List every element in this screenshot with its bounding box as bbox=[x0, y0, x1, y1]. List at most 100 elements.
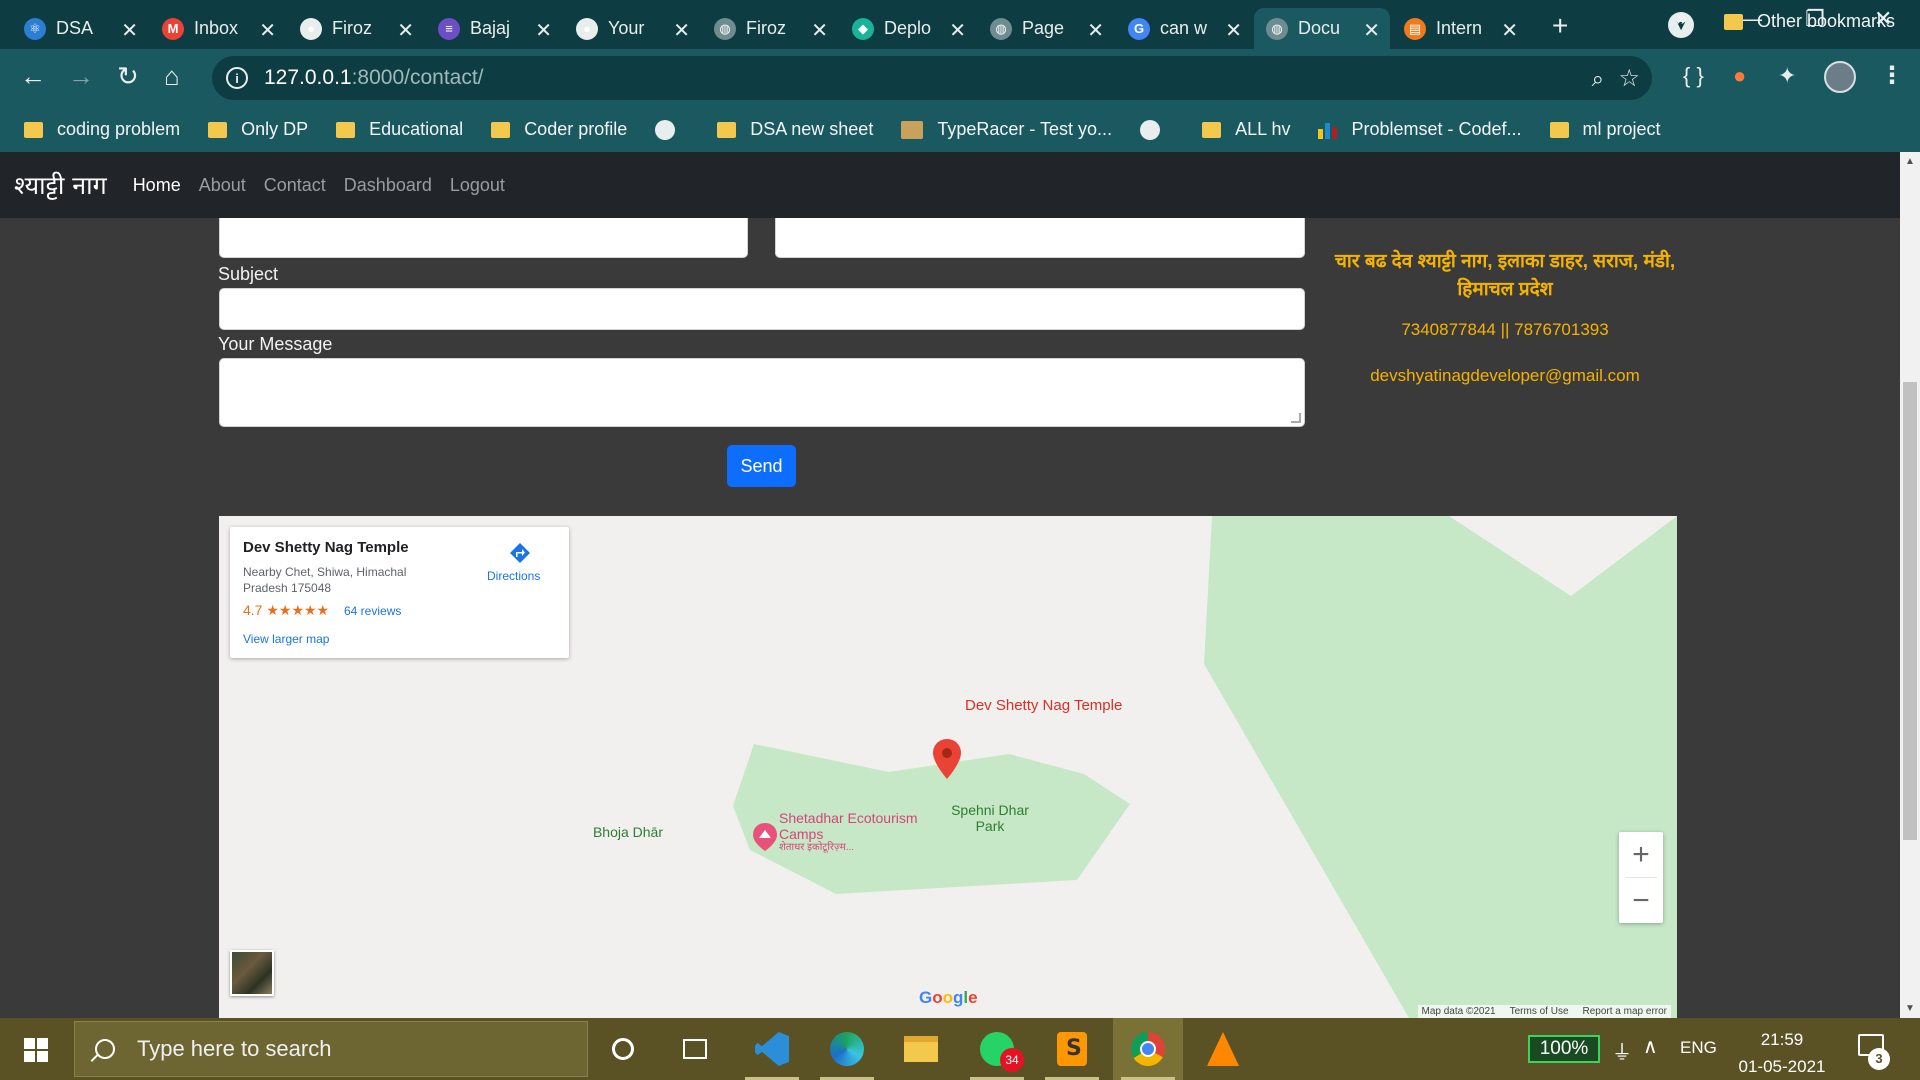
browser-tab[interactable]: ⚛ DSA ✕ bbox=[12, 8, 148, 49]
tab-close-icon[interactable]: ✕ bbox=[1363, 18, 1380, 43]
bookmark-item[interactable]: DSA new sheet bbox=[713, 119, 873, 140]
forward-icon[interactable]: → bbox=[68, 61, 94, 92]
taskbar-chrome[interactable] bbox=[1113, 1018, 1183, 1080]
taskbar-vlc[interactable] bbox=[1188, 1018, 1258, 1080]
bookmark-item[interactable]: Coder profile bbox=[487, 119, 627, 140]
tab-close-icon[interactable]: ✕ bbox=[121, 18, 138, 43]
bookmark-item[interactable]: Only DP bbox=[204, 119, 308, 140]
tab-close-icon[interactable]: ✕ bbox=[1225, 18, 1242, 43]
browser-tab[interactable]: ◍ Firoz ✕ bbox=[702, 8, 838, 49]
tab-close-icon[interactable]: ✕ bbox=[259, 18, 276, 43]
park-label[interactable]: Spehni Dhar Park bbox=[935, 802, 1045, 834]
taskbar-file-explorer[interactable] bbox=[886, 1018, 956, 1080]
task-view-button[interactable] bbox=[660, 1018, 730, 1080]
tab-close-icon[interactable]: ✕ bbox=[1501, 18, 1518, 43]
start-button[interactable] bbox=[24, 1038, 48, 1062]
bookmark-item[interactable]: coding problem bbox=[20, 119, 180, 140]
report-error-link[interactable]: Report a map error bbox=[1583, 1006, 1667, 1017]
browser-tab[interactable]: ≡ Bajaj ✕ bbox=[426, 8, 562, 49]
nav-about[interactable]: About bbox=[199, 175, 246, 196]
browser-tab[interactable]: Gcan w ✕ bbox=[1116, 8, 1252, 49]
email-field[interactable] bbox=[775, 218, 1305, 258]
bookmark-label: DSA new sheet bbox=[750, 119, 874, 139]
page-viewport: श्याट्टी नाग Home About Contact Dashboar… bbox=[0, 152, 1900, 1018]
bookmark-item[interactable]: Educational bbox=[332, 119, 463, 140]
directions-icon[interactable] bbox=[508, 541, 532, 565]
resize-grip-icon[interactable] bbox=[1291, 413, 1301, 423]
tab-close-icon[interactable]: ✕ bbox=[535, 18, 552, 43]
bookmark-star-icon[interactable]: ☆ bbox=[1618, 64, 1640, 93]
scroll-down-icon[interactable]: ▼ bbox=[1905, 1003, 1915, 1014]
battery-indicator[interactable]: 100% bbox=[1528, 1035, 1600, 1063]
reload-icon[interactable]: ↻ bbox=[117, 61, 139, 92]
bookmark-item[interactable] bbox=[1136, 119, 1174, 140]
pin-label[interactable]: Dev Shetty Nag Temple bbox=[965, 697, 1122, 714]
browser-tab[interactable]: ◍ Docu ✕ bbox=[1254, 8, 1390, 49]
camp-pin-icon[interactable] bbox=[752, 822, 778, 852]
browser-tab[interactable]: ▤ Intern ✕ bbox=[1392, 8, 1528, 49]
tray-overflow-icon[interactable]: ∧ bbox=[1643, 1034, 1658, 1059]
browser-tab[interactable]: ● Firoz ✕ bbox=[288, 8, 424, 49]
camp-label[interactable]: Shetadhar Ecotourism Camps bbox=[779, 810, 919, 842]
taskbar-search[interactable]: Type here to search bbox=[74, 1021, 588, 1077]
tab-close-icon[interactable]: ✕ bbox=[949, 18, 966, 43]
nav-contact[interactable]: Contact bbox=[264, 175, 326, 196]
extension-icon[interactable]: ● bbox=[1733, 63, 1746, 89]
home-icon[interactable]: ⌂ bbox=[164, 61, 180, 92]
satellite-layer-toggle[interactable] bbox=[230, 950, 274, 996]
nav-home[interactable]: Home bbox=[133, 175, 181, 196]
name-field[interactable] bbox=[219, 218, 748, 258]
view-larger-map-link[interactable]: View larger map bbox=[243, 632, 329, 646]
tab-close-icon[interactable]: ✕ bbox=[811, 18, 828, 43]
send-button[interactable]: Send bbox=[727, 445, 796, 487]
zoom-out-button[interactable]: − bbox=[1619, 878, 1663, 923]
zoom-in-button[interactable]: + bbox=[1619, 832, 1663, 877]
menu-icon[interactable]: ⋮ bbox=[1880, 61, 1904, 90]
bookmark-item[interactable] bbox=[651, 119, 689, 140]
map-pin-icon[interactable] bbox=[932, 738, 962, 780]
subject-input[interactable] bbox=[219, 288, 1305, 330]
site-info-icon[interactable]: i bbox=[226, 67, 248, 89]
scroll-thumb[interactable] bbox=[1903, 382, 1917, 840]
typeracer-icon bbox=[901, 120, 924, 139]
taskbar-sublime[interactable] bbox=[1037, 1018, 1107, 1080]
taskbar-whatsapp[interactable]: 34 bbox=[962, 1018, 1032, 1080]
bookmark-item[interactable]: ml project bbox=[1546, 119, 1661, 140]
tab-close-icon[interactable]: ✕ bbox=[397, 18, 414, 43]
sublime-icon bbox=[1057, 1032, 1087, 1066]
browser-tab[interactable]: M Inbox ✕ bbox=[150, 8, 286, 49]
url-text[interactable]: 127.0.0.1:8000/contact/ bbox=[264, 66, 484, 90]
bookmark-item[interactable]: TypeRacer - Test yo... bbox=[897, 119, 1112, 140]
language-indicator[interactable]: ENG bbox=[1680, 1038, 1717, 1058]
other-bookmarks[interactable]: Other bookmarks bbox=[1724, 11, 1895, 32]
clock[interactable]: 21:59 01-05-2021 bbox=[1734, 1026, 1830, 1080]
cortana-button[interactable] bbox=[588, 1018, 658, 1080]
site-brand[interactable]: श्याट्टी नाग bbox=[14, 168, 107, 202]
nav-dashboard[interactable]: Dashboard bbox=[344, 175, 432, 196]
profile-avatar[interactable] bbox=[1824, 61, 1856, 93]
browser-tab[interactable]: ● Your ✕ bbox=[564, 8, 700, 49]
bookmark-item[interactable]: ALL hv bbox=[1198, 119, 1290, 140]
zoom-icon[interactable]: ⌕ bbox=[1592, 66, 1604, 92]
bookmarks-overflow-icon[interactable]: » bbox=[1676, 8, 1687, 31]
embedded-map[interactable]: Dev Shetty Nag Temple Nearby Chet, Shiwa… bbox=[219, 516, 1677, 1018]
scroll-up-icon[interactable]: ▲ bbox=[1905, 156, 1915, 167]
page-scrollbar[interactable]: ▲ ▼ bbox=[1900, 152, 1920, 1018]
tab-close-icon[interactable]: ✕ bbox=[673, 18, 690, 43]
address-bar[interactable]: i 127.0.0.1:8000/contact/ ⌕ ☆ bbox=[212, 56, 1652, 100]
browser-tab[interactable]: ◍ Page ✕ bbox=[978, 8, 1114, 49]
back-icon[interactable]: ← bbox=[20, 61, 46, 92]
directions-link[interactable]: Directions bbox=[487, 569, 540, 583]
message-textarea[interactable] bbox=[219, 358, 1305, 427]
browser-tab[interactable]: ◆ Deplo ✕ bbox=[840, 8, 976, 49]
taskbar-vscode[interactable] bbox=[737, 1018, 807, 1080]
json-extension-icon[interactable]: { } bbox=[1683, 63, 1704, 89]
tab-close-icon[interactable]: ✕ bbox=[1087, 18, 1104, 43]
nav-logout[interactable]: Logout bbox=[450, 175, 505, 196]
bookmark-item[interactable]: Problemset - Codef... bbox=[1314, 119, 1522, 140]
terms-link[interactable]: Terms of Use bbox=[1510, 1006, 1569, 1017]
new-tab-button[interactable]: + bbox=[1552, 10, 1568, 42]
taskbar-edge[interactable] bbox=[812, 1018, 882, 1080]
puzzle-extensions-icon[interactable]: ✦ bbox=[1778, 63, 1796, 89]
reviews-link[interactable]: 64 reviews bbox=[344, 604, 401, 618]
